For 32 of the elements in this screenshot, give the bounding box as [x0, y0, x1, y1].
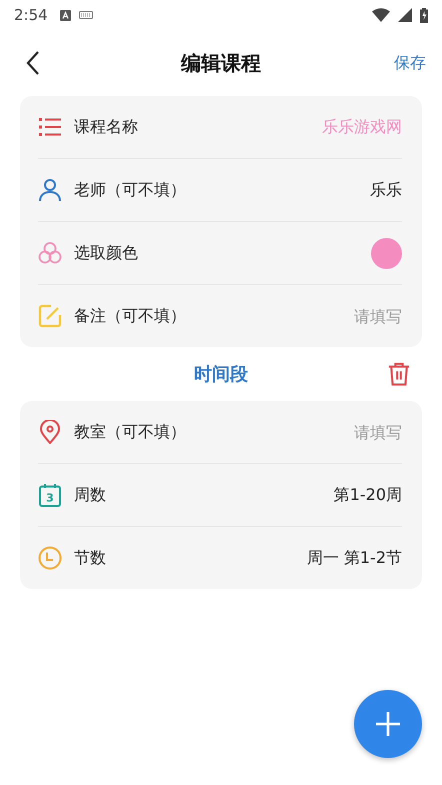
field-label: 选取颜色: [74, 242, 138, 264]
list-icon: [38, 115, 62, 139]
battery-icon: [420, 8, 428, 22]
color-swatch[interactable]: [371, 238, 402, 268]
field-label: 备注（可不填）: [74, 306, 186, 326]
keyboard-icon: [78, 11, 93, 19]
field-label: 节数: [74, 548, 106, 568]
person-icon: [38, 178, 62, 202]
delete-button[interactable]: [388, 362, 410, 386]
save-button[interactable]: 保存: [390, 48, 430, 78]
input-field[interactable]: 请填写: [262, 306, 402, 326]
signal-icon: [398, 8, 412, 22]
clock-icon: [38, 546, 62, 570]
field-label: 教室（可不填）: [74, 422, 186, 442]
input-field[interactable]: 请填写: [262, 422, 402, 442]
field-value[interactable]: 周一 第1-2节: [306, 548, 402, 568]
page-title: 编辑课程: [181, 50, 261, 76]
location-pin-icon: [38, 420, 62, 444]
wifi-icon: [372, 8, 390, 22]
status-time: 2:54: [14, 6, 48, 24]
field-label: 老师（可不填）: [74, 180, 186, 200]
plus-icon: [375, 711, 401, 737]
add-button[interactable]: [354, 690, 422, 758]
field-value[interactable]: 第1-20周: [334, 484, 402, 506]
calendar-icon: 3: [38, 483, 62, 507]
field-value[interactable]: 乐乐: [370, 180, 402, 200]
edit-icon: [38, 304, 62, 328]
palette-icon: [38, 241, 62, 265]
section-title: 时间段: [194, 363, 248, 386]
field-label: 课程名称: [74, 116, 138, 138]
field-label: 周数: [74, 484, 106, 506]
keyboard-a-icon: [60, 10, 71, 20]
